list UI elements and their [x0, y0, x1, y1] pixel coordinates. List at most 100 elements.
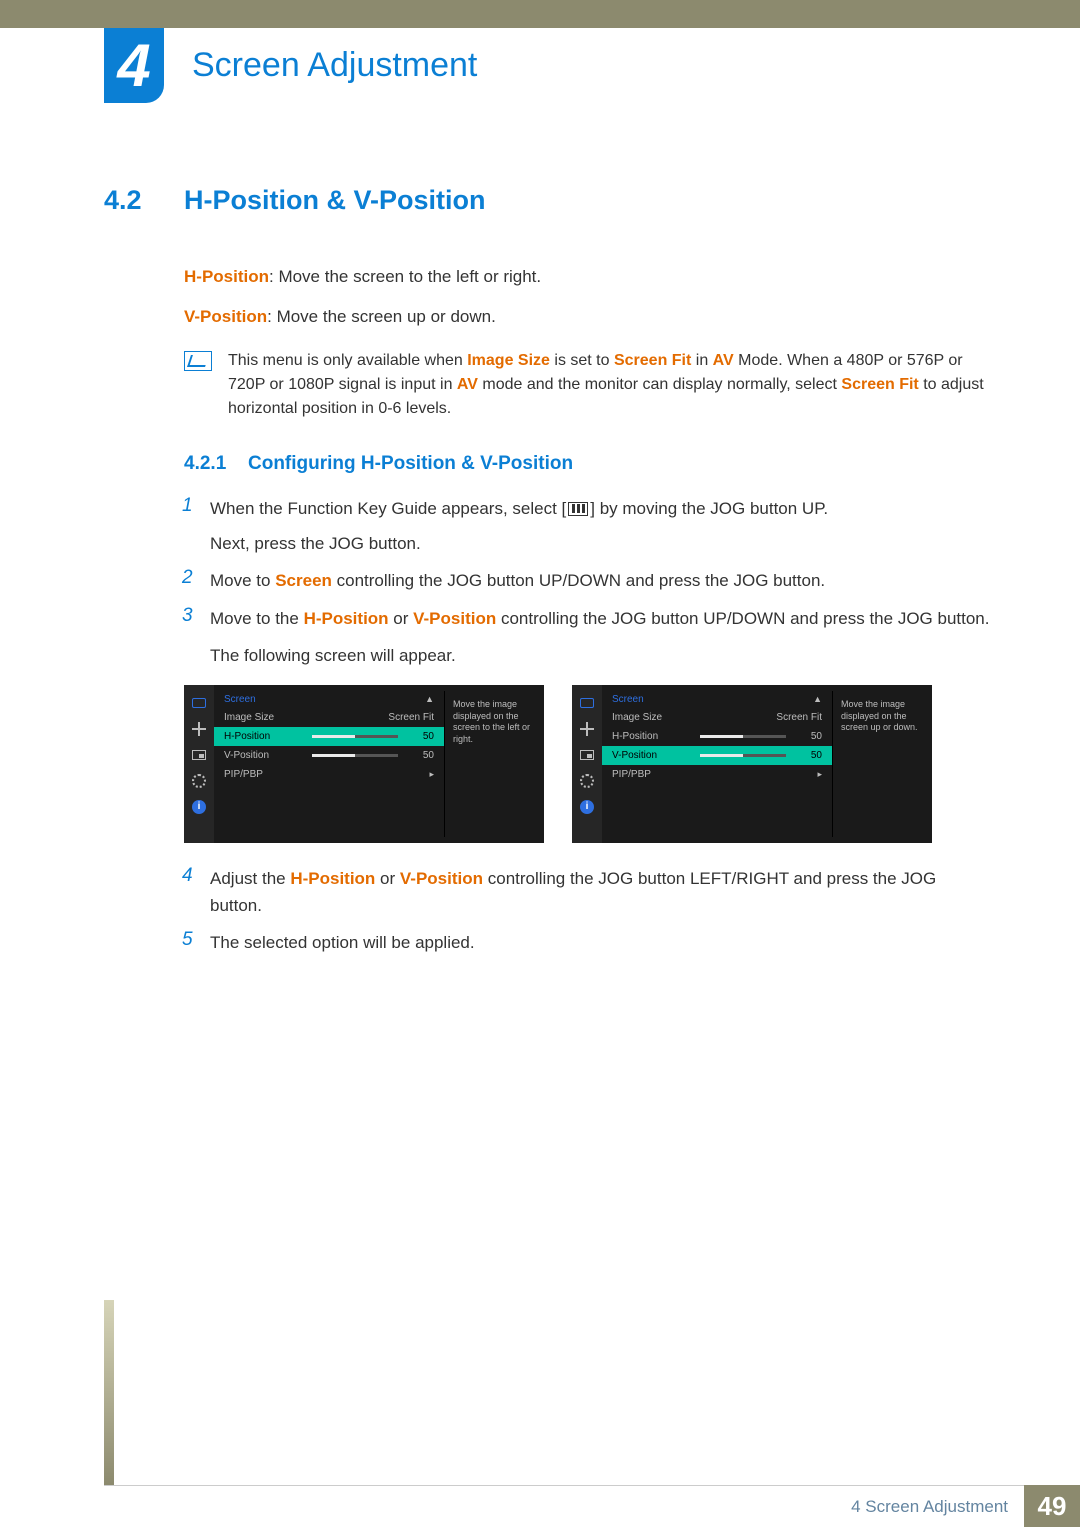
- osd-item-pip: PIP/PBP ▸: [602, 765, 832, 784]
- subsection-title: Configuring H-Position & V-Position: [248, 453, 573, 475]
- pip-icon: [579, 747, 595, 763]
- label: PIP/PBP: [224, 769, 304, 780]
- left-accent-stripe: [104, 1300, 114, 1485]
- move-icon: [579, 721, 595, 737]
- value: Screen Fit: [388, 712, 434, 723]
- t: or: [375, 869, 400, 888]
- section-number: 4.2: [104, 185, 184, 216]
- osd-vposition: i Screen ▲ Image Size Screen Fit: [572, 685, 932, 843]
- label: V-Position: [612, 750, 692, 761]
- up-arrow-icon: ▲: [813, 694, 822, 705]
- t: or: [389, 609, 414, 628]
- t: Adjust the: [210, 869, 290, 888]
- osd-title: Screen: [224, 694, 256, 705]
- hposition-definition: H-Position: Move the screen to the left …: [184, 264, 990, 290]
- subsection-heading: 4.2.1 Configuring H-Position & V-Positio…: [184, 453, 990, 475]
- t: Next, press the JOG button.: [210, 530, 828, 557]
- page-footer: 4 Screen Adjustment 49: [0, 1485, 1080, 1527]
- subsection-number: 4.2.1: [184, 453, 248, 475]
- note-block: This menu is only available when Image S…: [184, 349, 990, 421]
- step-number: 3: [182, 605, 210, 669]
- section-body: H-Position : Move the screen to the left …: [184, 264, 990, 957]
- t: The following screen will appear.: [210, 642, 989, 669]
- osd-title: Screen: [612, 694, 644, 705]
- vpos-term: V-Position: [400, 869, 483, 888]
- slider-bar: [312, 754, 398, 757]
- value: Screen Fit: [776, 712, 822, 723]
- step-text: When the Function Key Guide appears, sel…: [210, 495, 828, 557]
- osd-item-hposition: H-Position 50: [602, 727, 832, 746]
- value: 50: [794, 750, 822, 761]
- t: Move to: [210, 571, 275, 590]
- up-arrow-icon: ▲: [425, 694, 434, 705]
- menu-icon: [568, 502, 588, 516]
- slider-bar: [700, 735, 786, 738]
- chapter-number-badge: 4: [104, 28, 164, 103]
- step-text: Move to Screen controlling the JOG butto…: [210, 567, 825, 594]
- step-5: 5 The selected option will be applied.: [184, 929, 990, 956]
- move-icon: [191, 721, 207, 737]
- note-t: is set to: [550, 352, 614, 369]
- vposition-label: V-Position: [184, 307, 267, 326]
- step-text: Move to the H-Position or V-Position con…: [210, 605, 989, 669]
- note-t: This menu is only available when: [228, 352, 467, 369]
- section-heading: 4.2 H-Position & V-Position: [104, 185, 990, 216]
- osd-main: Screen ▲ Image Size Screen Fit H-Positio…: [602, 685, 932, 843]
- step-1: 1 When the Function Key Guide appears, s…: [184, 495, 990, 557]
- pip-icon: [191, 747, 207, 763]
- note-t: mode and the monitor can display normall…: [478, 376, 841, 393]
- osd-help-text: Move the image displayed on the screen t…: [444, 691, 544, 837]
- step-text: Adjust the H-Position or V-Position cont…: [210, 865, 990, 919]
- gear-icon: [191, 773, 207, 789]
- step-text: The selected option will be applied.: [210, 929, 475, 956]
- step-2: 2 Move to Screen controlling the JOG but…: [184, 567, 990, 594]
- osd-list: Screen ▲ Image Size Screen Fit H-Positio…: [602, 691, 832, 837]
- osd-screenshots: i Screen ▲ Image Size Screen Fit: [184, 685, 990, 843]
- step-number: 2: [182, 567, 210, 594]
- t: Move to the: [210, 609, 304, 628]
- note-av: AV: [713, 352, 734, 369]
- osd-item-vposition-selected: V-Position 50: [602, 746, 832, 765]
- osd-sidebar: i: [184, 685, 214, 843]
- monitor-icon: [579, 695, 595, 711]
- note-text: This menu is only available when Image S…: [228, 349, 990, 421]
- step-4: 4 Adjust the H-Position or V-Position co…: [184, 865, 990, 919]
- hposition-text: : Move the screen to the left or right.: [269, 267, 541, 286]
- note-av: AV: [457, 376, 478, 393]
- slider-bar: [700, 754, 786, 757]
- osd-item-vposition: V-Position 50: [214, 746, 444, 765]
- osd-list-header: Screen ▲: [602, 691, 832, 708]
- vposition-text: : Move the screen up or down.: [267, 307, 496, 326]
- page-number: 49: [1024, 1485, 1080, 1527]
- screen-term: Screen: [275, 571, 332, 590]
- osd-sidebar: i: [572, 685, 602, 843]
- osd-item-pip: PIP/PBP ▸: [214, 765, 444, 784]
- value: 50: [794, 731, 822, 742]
- hpos-term: H-Position: [290, 869, 375, 888]
- chapter-header: 4 Screen Adjustment: [104, 28, 1080, 103]
- value: 50: [406, 731, 434, 742]
- note-icon: [184, 351, 212, 371]
- vposition-definition: V-Position: Move the screen up or down.: [184, 304, 990, 330]
- note-screenfit: Screen Fit: [614, 352, 691, 369]
- t: When the Function Key Guide appears, sel…: [210, 499, 566, 518]
- note-screenfit: Screen Fit: [841, 376, 918, 393]
- step-number: 5: [182, 929, 210, 956]
- footer-line: 4 Screen Adjustment: [104, 1485, 1024, 1527]
- info-icon: i: [579, 799, 595, 815]
- osd-help-text: Move the image displayed on the screen u…: [832, 691, 932, 837]
- label: V-Position: [224, 750, 304, 761]
- section-title: H-Position & V-Position: [184, 185, 486, 216]
- right-caret-icon: ▸: [812, 769, 822, 780]
- top-accent-bar: [0, 0, 1080, 28]
- step-number: 1: [182, 495, 210, 557]
- page-content: 4.2 H-Position & V-Position H-Position : …: [104, 185, 990, 967]
- steps-list: 1 When the Function Key Guide appears, s…: [184, 495, 990, 957]
- t: ] by moving the JOG button UP.: [590, 499, 828, 518]
- footer-chapter-label: 4 Screen Adjustment: [851, 1497, 1008, 1517]
- hpos-term: H-Position: [304, 609, 389, 628]
- t: controlling the JOG button UP/DOWN and p…: [332, 571, 825, 590]
- note-imgsize: Image Size: [467, 352, 550, 369]
- osd-list-header: Screen ▲: [214, 691, 444, 708]
- monitor-icon: [191, 695, 207, 711]
